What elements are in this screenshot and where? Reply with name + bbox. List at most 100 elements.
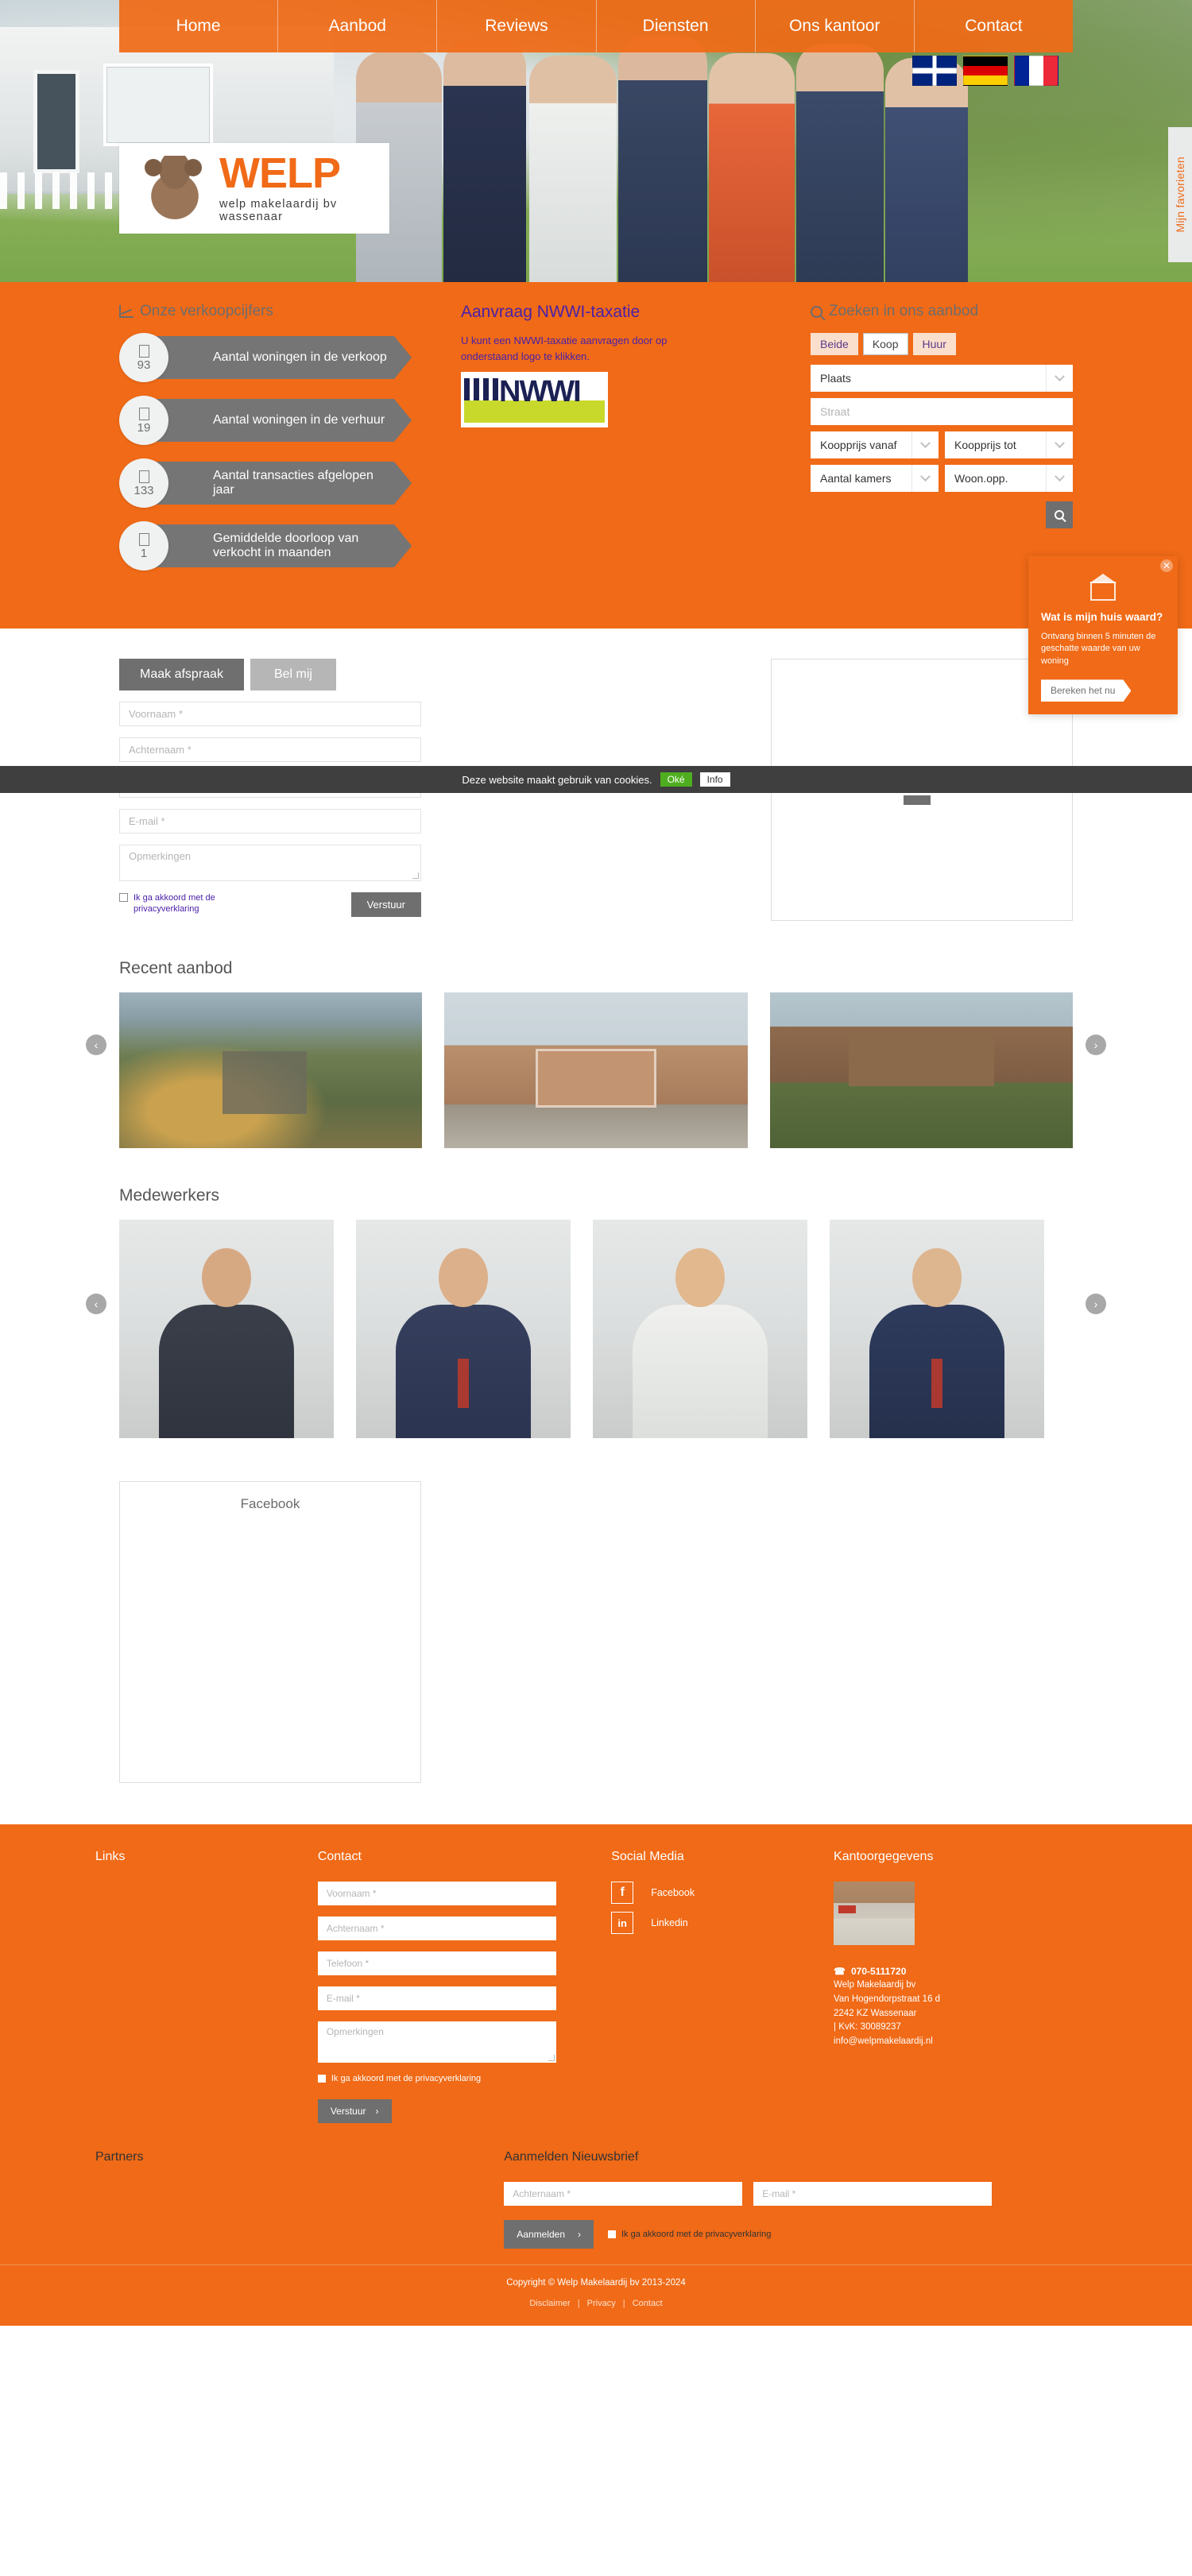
house-value-cta-button[interactable]: Bereken het nu: [1041, 679, 1131, 702]
flag-fr-icon[interactable]: [1014, 56, 1058, 86]
recent-next-button[interactable]: ›: [1086, 1035, 1106, 1055]
contact-email-input[interactable]: E-mail *: [119, 809, 421, 834]
contact-firstname-placeholder: Voornaam *: [129, 708, 183, 720]
stat-value: 1: [140, 546, 148, 560]
contact-form-tabs[interactable]: Maak afspraak Bel mij: [119, 659, 421, 690]
stat-item-doorloop: Gemiddelde doorloop van verkocht in maan…: [119, 521, 461, 571]
nav-item-home[interactable]: Home: [119, 0, 279, 52]
office-email[interactable]: info@welpmakelaardij.nl: [834, 2035, 1078, 2049]
cookie-info-button[interactable]: Info: [699, 772, 730, 787]
newsletter-email-input[interactable]: E-mail *: [753, 2182, 993, 2206]
contact-privacy-consent[interactable]: Ik ga akkoord met de privacyverklaring: [119, 892, 262, 915]
area-value: Woon.opp.: [954, 472, 1008, 485]
house-icon: [1087, 574, 1119, 601]
link-contact[interactable]: Contact: [633, 2299, 663, 2308]
chevron-down-icon[interactable]: [911, 465, 939, 492]
office-city: 2242 KZ Wassenaar: [834, 2008, 917, 2018]
social-link-linkedin[interactable]: in Linkedin: [611, 1912, 815, 1934]
type-button-koop[interactable]: Koop: [862, 333, 908, 355]
street-input[interactable]: Straat: [811, 398, 1073, 425]
price-to-select[interactable]: Koopprijs tot: [945, 431, 1073, 458]
footer-links-column: Links: [95, 1850, 318, 2123]
flag-uk-icon[interactable]: [912, 56, 957, 86]
nav-item-reviews[interactable]: Reviews: [437, 0, 597, 52]
checkbox-icon[interactable]: [608, 2230, 616, 2238]
stat-badge: 133: [119, 458, 168, 508]
newsletter-privacy-consent[interactable]: Ik ga akkoord met de privacyverklaring: [608, 2230, 771, 2239]
language-switcher[interactable]: [912, 56, 1058, 86]
contact-lastname-input[interactable]: Achternaam *: [119, 737, 421, 762]
nav-item-contact[interactable]: Contact: [915, 0, 1073, 52]
cookie-accept-button[interactable]: Oké: [660, 772, 692, 787]
site-logo[interactable]: WELP welp makelaardij bv wassenaar: [119, 143, 389, 234]
rooms-select[interactable]: Aantal kamers: [811, 465, 939, 492]
staff-card[interactable]: [119, 1220, 334, 1438]
footer-phone-input[interactable]: Telefoon *: [317, 1951, 556, 1975]
type-button-huur[interactable]: Huur: [912, 333, 956, 355]
staff-next-button[interactable]: ›: [1086, 1293, 1106, 1314]
nav-item-ons-kantoor[interactable]: Ons kantoor: [756, 0, 915, 52]
newsletter-lastname-input[interactable]: Achternaam *: [504, 2182, 743, 2206]
footer-firstname-input[interactable]: Voornaam *: [317, 1882, 556, 1905]
house-glyph-icon: [138, 532, 149, 546]
chevron-right-icon: ›: [578, 2229, 581, 2240]
social-link-facebook[interactable]: f Facebook: [611, 1882, 815, 1904]
main-navigation[interactable]: Home Aanbod Reviews Diensten Ons kantoor…: [119, 0, 1073, 52]
staff-card[interactable]: [593, 1220, 807, 1438]
checkbox-icon[interactable]: [119, 893, 128, 902]
house-glyph-icon: [138, 344, 149, 358]
type-button-beide[interactable]: Beide: [811, 333, 858, 355]
chevron-down-icon[interactable]: [1046, 365, 1073, 392]
nav-item-aanbod[interactable]: Aanbod: [278, 0, 438, 52]
footer-lastname-input[interactable]: Achternaam *: [317, 1917, 556, 1940]
flag-de-icon[interactable]: [963, 56, 1008, 86]
place-select[interactable]: Plaats: [811, 365, 1073, 392]
link-disclaimer[interactable]: Disclaimer: [529, 2299, 570, 2308]
listing-card[interactable]: [444, 992, 748, 1148]
link-privacy[interactable]: Privacy: [587, 2299, 616, 2308]
tab-maak-afspraak[interactable]: Maak afspraak: [119, 659, 244, 690]
listing-card[interactable]: [769, 992, 1073, 1148]
footer-email-input[interactable]: E-mail *: [317, 1986, 556, 2010]
chevron-down-icon[interactable]: [911, 431, 939, 458]
contact-submit-button[interactable]: Verstuur: [350, 892, 421, 917]
listing-type-toggle[interactable]: Beide Koop Huur: [811, 333, 1073, 355]
stat-label: Aantal woningen in de verhuur: [213, 412, 385, 427]
stat-item-transacties: Aantal transacties afgelopen jaar 133: [119, 458, 461, 508]
price-from-select[interactable]: Koopprijs vanaf: [811, 431, 939, 458]
nwwi-wordmark: NWWI: [499, 375, 582, 408]
footer-contact-column: Contact Voornaam * Achternaam * Telefoon…: [317, 1850, 611, 2123]
staff-prev-button[interactable]: ‹: [86, 1293, 106, 1314]
logo-tagline: welp makelaardij bv wassenaar: [219, 197, 338, 223]
chevron-down-icon[interactable]: [1046, 465, 1073, 492]
checkbox-icon[interactable]: [317, 2075, 326, 2083]
contact-firstname-input[interactable]: Voornaam *: [119, 702, 421, 726]
office-phone-row[interactable]: ☎ 070-5111720: [834, 1966, 1078, 1977]
recent-prev-button[interactable]: ‹: [86, 1035, 106, 1055]
footer-privacy-consent[interactable]: Ik ga akkoord met de privacyverklaring: [317, 2074, 592, 2083]
tab-bel-mij[interactable]: Bel mij: [250, 659, 336, 690]
search-submit-button[interactable]: [1046, 501, 1073, 528]
copyright-links[interactable]: Disclaimer | Privacy | Contact: [0, 2299, 1192, 2308]
stat-value: 133: [134, 483, 154, 497]
street-input-placeholder: Straat: [820, 405, 850, 418]
chevron-right-icon: ›: [375, 2106, 379, 2117]
newsletter-submit-button[interactable]: Aanmelden ›: [504, 2220, 594, 2249]
staff-card[interactable]: [830, 1220, 1044, 1438]
footer-submit-button[interactable]: Verstuur ›: [317, 2099, 392, 2123]
favorites-tab[interactable]: Mijn favorieten: [1168, 127, 1192, 262]
facebook-widget[interactable]: Facebook: [119, 1481, 421, 1783]
social-label-linkedin: Linkedin: [651, 1917, 688, 1928]
close-icon[interactable]: ✕: [1160, 559, 1173, 572]
chevron-down-icon[interactable]: [1046, 431, 1073, 458]
footer-email-placeholder: E-mail *: [326, 1993, 360, 2004]
staff-card[interactable]: [356, 1220, 571, 1438]
rooms-value: Aantal kamers: [820, 472, 892, 485]
contact-remarks-textarea[interactable]: Opmerkingen: [119, 845, 421, 881]
nwwi-logo[interactable]: NWWI: [461, 372, 608, 427]
area-select[interactable]: Woon.opp.: [945, 465, 1073, 492]
listing-card[interactable]: [119, 992, 423, 1148]
office-kvk: | KvK: 30089237: [834, 2022, 901, 2033]
footer-remarks-textarea[interactable]: Opmerkingen: [317, 2021, 556, 2063]
nav-item-diensten[interactable]: Diensten: [597, 0, 756, 52]
